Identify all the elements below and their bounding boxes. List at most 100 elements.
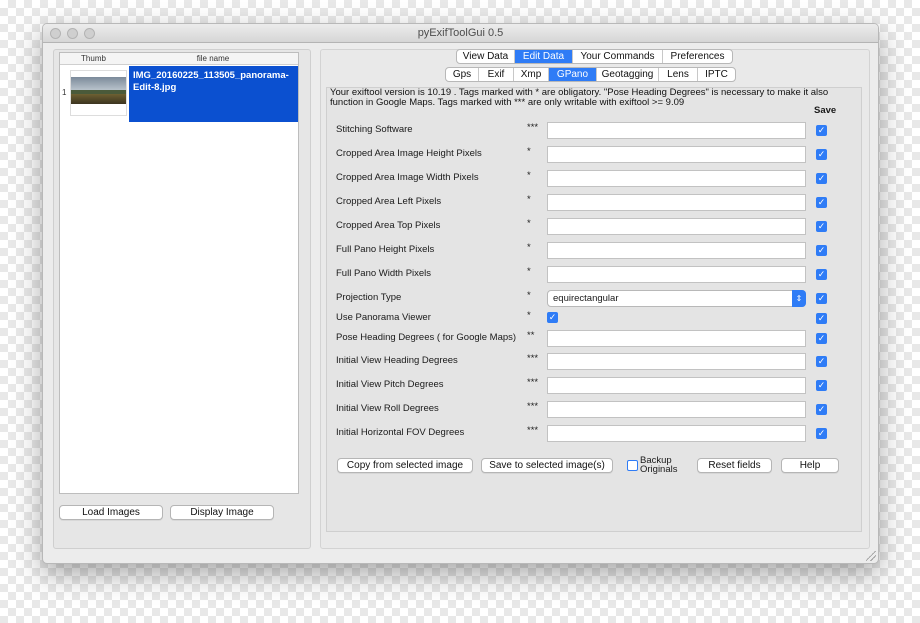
required-marker: * [527, 310, 531, 321]
cropped-area-image-height-pixels-input[interactable] [547, 146, 806, 163]
save-checkbox[interactable]: ✓ [816, 221, 827, 232]
field-label: Pose Heading Degrees ( for Google Maps) [336, 332, 517, 343]
select-arrows-icon[interactable]: ⇕ [792, 290, 806, 307]
resize-grip-icon[interactable] [866, 551, 876, 561]
tab-iptc[interactable]: IPTC [698, 68, 735, 81]
save-checkbox[interactable]: ✓ [816, 333, 827, 344]
field-row-initial-view-pitch-degrees: Initial View Pitch Degrees *** ✓ [327, 377, 863, 395]
field-label: Cropped Area Left Pixels [336, 196, 442, 207]
select-value: equirectangular [553, 293, 619, 304]
tab-gpano[interactable]: GPano [549, 68, 597, 81]
image-list-panel: Thumb file name 1 IMG_20160225_113505_pa… [53, 49, 311, 549]
initial-view-roll-degrees-input[interactable] [547, 401, 806, 418]
field-row-cropped-area-image-height-pixels: Cropped Area Image Height Pixels * ✓ [327, 146, 863, 164]
image-filename[interactable]: IMG_20160225_113505_panorama-Edit-8.jpg [129, 66, 298, 122]
save-column-header: Save [814, 105, 837, 116]
column-header-thumb[interactable]: Thumb [60, 54, 127, 63]
info-text: Your exiftool version is 10.19 . Tags ma… [330, 87, 829, 108]
tab-preferences[interactable]: Preferences [663, 50, 732, 63]
field-label: Projection Type [336, 292, 402, 303]
field-row-cropped-area-image-width-pixels: Cropped Area Image Width Pixels * ✓ [327, 170, 863, 188]
full-pano-width-pixels-input[interactable] [547, 266, 806, 283]
field-label: Initial View Roll Degrees [336, 403, 439, 414]
edit-panel: View Data Edit Data Your Commands Prefer… [320, 49, 870, 549]
backup-originals-checkbox[interactable] [627, 460, 638, 471]
projection-type-select[interactable]: equirectangular ⇕ [547, 290, 806, 307]
help-button[interactable]: Help [781, 458, 839, 473]
field-row-projection-type: Projection Type * equirectangular ⇕ ✓ [327, 290, 863, 308]
field-label: Use Panorama Viewer [336, 312, 431, 323]
app-window: pyExifToolGui 0.5 Thumb file name 1 IMG_… [42, 23, 879, 564]
required-marker: * [527, 242, 531, 253]
save-checkbox[interactable]: ✓ [816, 245, 827, 256]
required-marker: * [527, 290, 531, 301]
save-checkbox[interactable]: ✓ [816, 197, 827, 208]
field-label: Cropped Area Image Height Pixels [336, 148, 482, 159]
save-checkbox[interactable]: ✓ [816, 173, 827, 184]
display-image-button[interactable]: Display Image [170, 505, 274, 520]
field-row-cropped-area-top-pixels: Cropped Area Top Pixels * ✓ [327, 218, 863, 236]
tab-xmp[interactable]: Xmp [514, 68, 549, 81]
field-row-full-pano-height-pixels: Full Pano Height Pixels * ✓ [327, 242, 863, 260]
tab-view-data[interactable]: View Data [457, 50, 515, 63]
field-row-initial-view-roll-degrees: Initial View Roll Degrees *** ✓ [327, 401, 863, 419]
required-marker: *** [527, 122, 539, 133]
initial-view-heading-degrees-input[interactable] [547, 353, 806, 370]
field-label: Stitching Software [336, 124, 413, 135]
field-row-use-panorama-viewer: Use Panorama Viewer * ✓ ✓ [327, 310, 863, 328]
cropped-area-top-pixels-input[interactable] [547, 218, 806, 235]
tab-exif[interactable]: Exif [479, 68, 514, 81]
save-checkbox[interactable]: ✓ [816, 428, 827, 439]
save-checkbox[interactable]: ✓ [816, 149, 827, 160]
save-checkbox[interactable]: ✓ [816, 356, 827, 367]
required-marker: *** [527, 353, 539, 364]
required-marker: *** [527, 425, 539, 436]
field-row-cropped-area-left-pixels: Cropped Area Left Pixels * ✓ [327, 194, 863, 212]
tab-geotagging[interactable]: Geotagging [597, 68, 659, 81]
initial-view-pitch-degrees-input[interactable] [547, 377, 806, 394]
gpano-form: Your exiftool version is 10.19 . Tags ma… [326, 87, 862, 532]
main-tabs: View Data Edit Data Your Commands Prefer… [456, 49, 733, 64]
field-label: Full Pano Height Pixels [336, 244, 435, 255]
field-row-pose-heading-degrees-for-google-maps: Pose Heading Degrees ( for Google Maps) *… [327, 330, 863, 348]
reset-fields-button[interactable]: Reset fields [697, 458, 772, 473]
sub-tabs: Gps Exif Xmp GPano Geotagging Lens IPTC [445, 67, 736, 82]
tab-lens[interactable]: Lens [659, 68, 698, 81]
save-checkbox[interactable]: ✓ [816, 313, 827, 324]
field-label: Initial Horizontal FOV Degrees [336, 427, 465, 438]
pose-heading-degrees-for-google-maps-input[interactable] [547, 330, 806, 347]
save-checkbox[interactable]: ✓ [816, 293, 827, 304]
field-row-initial-view-heading-degrees: Initial View Heading Degrees *** ✓ [327, 353, 863, 371]
field-label: Cropped Area Top Pixels [336, 220, 441, 231]
tab-gps[interactable]: Gps [446, 68, 479, 81]
copy-from-selected-button[interactable]: Copy from selected image [337, 458, 473, 473]
stitching-software-input[interactable] [547, 122, 806, 139]
image-list[interactable]: Thumb file name 1 IMG_20160225_113505_pa… [59, 52, 299, 494]
cropped-area-left-pixels-input[interactable] [547, 194, 806, 211]
use-panorama-viewer-checkbox[interactable]: ✓ [547, 312, 558, 323]
save-checkbox[interactable]: ✓ [816, 269, 827, 280]
required-marker: *** [527, 377, 539, 388]
required-marker: * [527, 266, 531, 277]
tab-edit-data[interactable]: Edit Data [515, 50, 573, 63]
tab-your-commands[interactable]: Your Commands [573, 50, 663, 63]
image-row[interactable]: 1 IMG_20160225_113505_panorama-Edit-8.jp… [60, 66, 298, 122]
save-checkbox[interactable]: ✓ [816, 404, 827, 415]
save-checkbox[interactable]: ✓ [816, 125, 827, 136]
row-number: 1 [62, 88, 67, 97]
field-row-initial-horizontal-fov-degrees: Initial Horizontal FOV Degrees *** ✓ [327, 425, 863, 443]
full-pano-height-pixels-input[interactable] [547, 242, 806, 259]
image-thumbnail [70, 70, 127, 116]
initial-horizontal-fov-degrees-input[interactable] [547, 425, 806, 442]
required-marker: ** [527, 330, 535, 341]
column-header-filename[interactable]: file name [128, 54, 298, 63]
field-label: Initial View Heading Degrees [336, 355, 458, 366]
required-marker: *** [527, 401, 539, 412]
field-row-stitching-software: Stitching Software *** ✓ [327, 122, 863, 140]
save-checkbox[interactable]: ✓ [816, 380, 827, 391]
required-marker: * [527, 194, 531, 205]
load-images-button[interactable]: Load Images [59, 505, 163, 520]
required-marker: * [527, 146, 531, 157]
cropped-area-image-width-pixels-input[interactable] [547, 170, 806, 187]
save-to-selected-button[interactable]: Save to selected image(s) [481, 458, 613, 473]
